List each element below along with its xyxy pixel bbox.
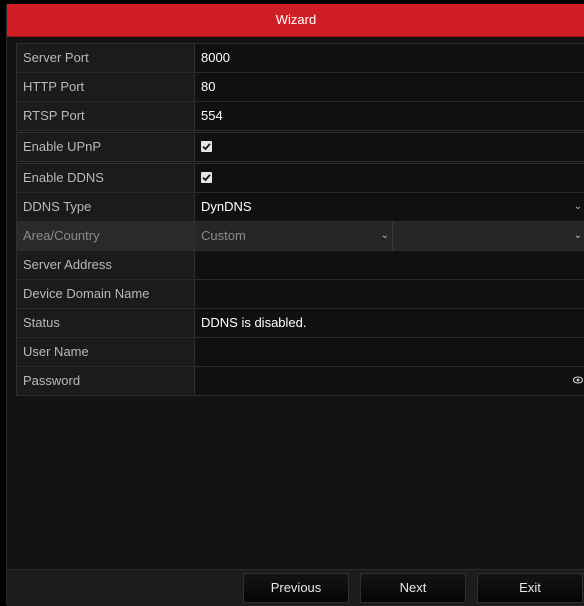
device-domain-name-input[interactable] <box>195 280 584 308</box>
area-country-select[interactable]: Custom ⌄ <box>195 222 393 250</box>
enable-upnp-label: Enable UPnP <box>17 133 195 161</box>
server-address-row: Server Address <box>17 251 584 280</box>
server-port-input[interactable]: 8000 <box>195 44 584 72</box>
enable-ddns-label: Enable DDNS <box>17 164 195 192</box>
previous-button[interactable]: Previous <box>243 573 349 603</box>
enable-upnp-cell <box>195 133 584 161</box>
status-row: Status DDNS is disabled. <box>17 309 584 338</box>
device-domain-name-row: Device Domain Name <box>17 280 584 309</box>
http-port-input[interactable]: 80 <box>195 73 584 101</box>
ddns-type-select[interactable]: DynDNS ⌄ <box>195 193 584 221</box>
server-port-label: Server Port <box>17 44 195 72</box>
network-settings-form: Server Port 8000 HTTP Port 80 RTSP Port … <box>16 43 584 397</box>
check-icon <box>202 174 211 182</box>
server-port-row: Server Port 8000 <box>17 44 584 73</box>
chevron-down-icon: ⌄ <box>573 230 582 241</box>
area-country-value: Custom <box>201 228 246 243</box>
chevron-down-icon: ⌄ <box>380 230 389 241</box>
password-input[interactable] <box>195 367 584 395</box>
area-country-label: Area/Country <box>17 222 195 250</box>
ddns-type-label: DDNS Type <box>17 193 195 221</box>
rtsp-port-label: RTSP Port <box>17 102 195 130</box>
user-name-label: User Name <box>17 338 195 366</box>
http-port-label: HTTP Port <box>17 73 195 101</box>
ddns-group: Enable DDNS DDNS Type DynDNS ⌄ Area/Coun… <box>16 163 584 396</box>
ddns-type-value: DynDNS <box>201 199 252 214</box>
status-label: Status <box>17 309 195 337</box>
rtsp-port-row: RTSP Port 554 <box>17 102 584 130</box>
server-address-input[interactable] <box>195 251 584 279</box>
area-country-cell: Custom ⌄ ⌄ <box>195 222 584 250</box>
user-name-input[interactable] <box>195 338 584 366</box>
user-name-row: User Name <box>17 338 584 367</box>
http-port-row: HTTP Port 80 <box>17 73 584 102</box>
password-row: Password <box>17 367 584 395</box>
wizard-window: Wizard Server Port 8000 HTTP Port 80 RTS… <box>6 4 584 606</box>
ddns-type-row: DDNS Type DynDNS ⌄ <box>17 193 584 222</box>
server-address-label: Server Address <box>17 251 195 279</box>
enable-ddns-row: Enable DDNS <box>17 164 584 193</box>
enable-ddns-cell <box>195 164 584 192</box>
enable-upnp-row: Enable UPnP <box>17 133 584 161</box>
check-icon <box>202 143 211 151</box>
area-country-sub-select[interactable]: ⌄ <box>393 222 584 250</box>
bottom-bar: Previous Next Exit <box>7 569 584 606</box>
next-button[interactable]: Next <box>360 573 466 603</box>
eye-icon[interactable] <box>573 376 583 384</box>
area-country-row: Area/Country Custom ⌄ ⌄ <box>17 222 584 251</box>
enable-ddns-checkbox[interactable] <box>201 172 212 183</box>
rtsp-port-input[interactable]: 554 <box>195 102 584 130</box>
enable-upnp-checkbox[interactable] <box>201 141 212 152</box>
exit-button[interactable]: Exit <box>477 573 583 603</box>
device-domain-name-label: Device Domain Name <box>17 280 195 308</box>
port-group: Server Port 8000 HTTP Port 80 RTSP Port … <box>16 43 584 131</box>
status-value: DDNS is disabled. <box>195 309 584 337</box>
chevron-down-icon: ⌄ <box>573 201 582 212</box>
upnp-group: Enable UPnP <box>16 132 584 162</box>
window-title: Wizard <box>7 4 584 37</box>
password-label: Password <box>17 367 195 395</box>
